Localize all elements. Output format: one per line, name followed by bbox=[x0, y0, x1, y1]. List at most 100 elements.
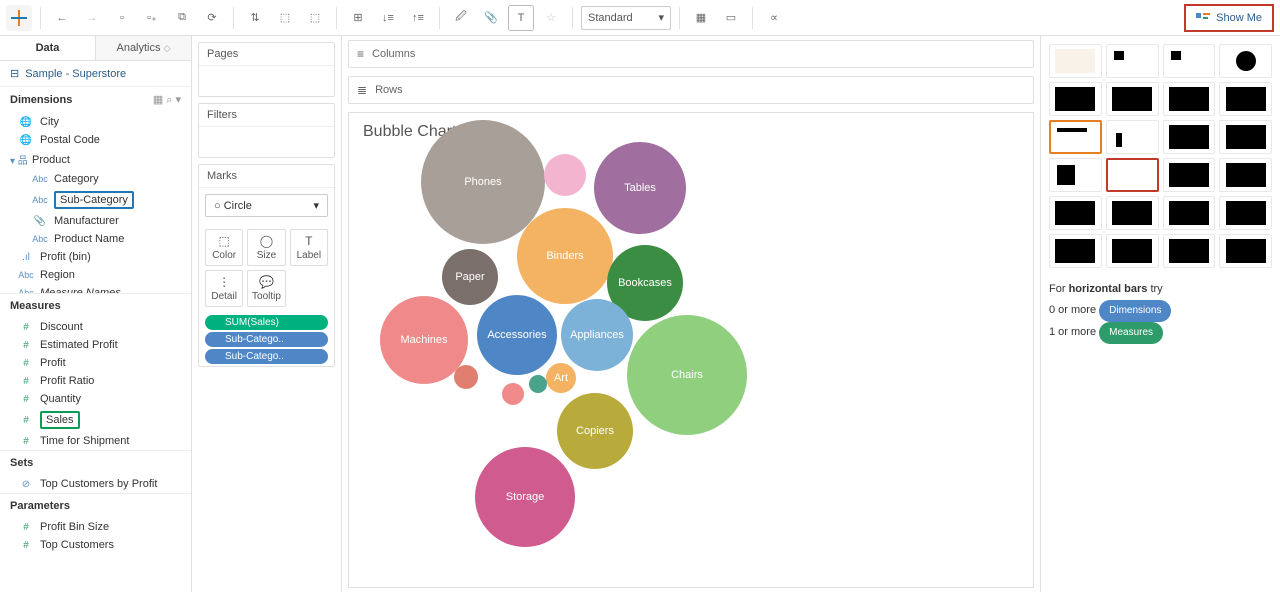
group-icon[interactable]: ⊞ bbox=[345, 5, 371, 31]
forward-icon[interactable]: → bbox=[79, 5, 105, 31]
bubble[interactable] bbox=[454, 365, 478, 389]
mark-size[interactable]: ◯Size bbox=[247, 229, 285, 266]
back-icon[interactable]: ← bbox=[49, 5, 75, 31]
dimension-field[interactable]: AbcCategory bbox=[0, 170, 191, 188]
viz-thumb-gantt[interactable] bbox=[1163, 234, 1216, 268]
viz-thumb-map1[interactable] bbox=[1049, 82, 1102, 116]
mark-pill[interactable]: Sub-Catego.. bbox=[205, 332, 328, 347]
bubble[interactable]: Storage bbox=[475, 447, 575, 547]
set-field[interactable]: ⊘Top Customers by Profit bbox=[0, 475, 191, 493]
star-icon[interactable]: ☆ bbox=[538, 5, 564, 31]
viz-thumb-map2[interactable] bbox=[1106, 82, 1159, 116]
mark-tooltip[interactable]: 💬Tooltip bbox=[247, 270, 285, 307]
mark-detail[interactable]: ⋮Detail bbox=[205, 270, 243, 307]
label-icon[interactable]: T bbox=[508, 5, 534, 31]
measures-chip: Measures bbox=[1099, 322, 1163, 344]
marks-label: Marks bbox=[199, 165, 334, 188]
dimension-field[interactable]: AbcMeasure Names bbox=[0, 284, 191, 293]
tab-data[interactable]: Data bbox=[0, 36, 95, 60]
measure-field[interactable]: #Profit Ratio bbox=[0, 372, 191, 390]
measure-field[interactable]: #Sales bbox=[0, 408, 191, 432]
data-source[interactable]: ⊟ Sample - Superstore bbox=[0, 61, 191, 86]
viz-thumb-col2[interactable] bbox=[1219, 196, 1272, 230]
bubble[interactable]: Tables bbox=[594, 142, 686, 234]
rows-shelf[interactable]: ≣ Rows bbox=[348, 76, 1034, 104]
measure-field[interactable]: #Time for Shipment bbox=[0, 432, 191, 450]
dimension-field[interactable]: .ılProfit (bin) bbox=[0, 248, 191, 266]
viz-thumb-box2[interactable] bbox=[1219, 158, 1272, 192]
sort-a-icon[interactable]: ↓≡ bbox=[375, 5, 401, 31]
measure-field[interactable]: #Profit bbox=[0, 354, 191, 372]
tab-analytics[interactable]: Analytics ◇ bbox=[95, 36, 191, 60]
viz-thumb-area2[interactable] bbox=[1106, 196, 1159, 230]
measure-field[interactable]: #Discount bbox=[0, 318, 191, 336]
main-area: Data Analytics ◇ ⊟ Sample - Superstore D… bbox=[0, 36, 1280, 592]
viz-canvas[interactable]: Bubble Chart PhonesTablesBindersPaperBoo… bbox=[348, 112, 1034, 588]
dimension-field[interactable]: 🌐Postal Code bbox=[0, 131, 191, 149]
viz-thumb-high[interactable] bbox=[1163, 44, 1216, 78]
viz-thumb-sca1[interactable] bbox=[1049, 234, 1102, 268]
bubble[interactable] bbox=[544, 154, 586, 196]
attach-icon[interactable]: 📎 bbox=[478, 5, 504, 31]
new-sheet-icon[interactable]: ▫₊ bbox=[139, 5, 165, 31]
present-icon[interactable]: ▭ bbox=[718, 5, 744, 31]
pages-label: Pages bbox=[199, 43, 334, 66]
dashboard-icon[interactable]: ▦ bbox=[688, 5, 714, 31]
viz-thumb-hbar[interactable] bbox=[1049, 120, 1102, 154]
viz-thumb-line[interactable] bbox=[1219, 120, 1272, 154]
tableau-logo-icon[interactable] bbox=[6, 5, 32, 31]
viz-thumb-tree[interactable] bbox=[1049, 158, 1102, 192]
dimension-field[interactable]: AbcProduct Name bbox=[0, 230, 191, 248]
viz-thumb-pie[interactable] bbox=[1219, 44, 1272, 78]
viz-thumb-map3[interactable] bbox=[1163, 82, 1216, 116]
dimension-field[interactable]: AbcRegion bbox=[0, 266, 191, 284]
mark-pill[interactable]: SUM(Sales) bbox=[205, 315, 328, 330]
viz-thumb-box1[interactable] bbox=[1163, 158, 1216, 192]
duplicate-icon[interactable]: ⧉ bbox=[169, 5, 195, 31]
viz-thumb-heat[interactable] bbox=[1106, 44, 1159, 78]
viz-thumb-col1[interactable] bbox=[1163, 196, 1216, 230]
parameter-field[interactable]: #Profit Bin Size bbox=[0, 518, 191, 536]
viz-thumb-sca2[interactable] bbox=[1106, 234, 1159, 268]
sort-desc-icon[interactable]: ⬚ bbox=[302, 5, 328, 31]
measure-field[interactable]: #Quantity bbox=[0, 390, 191, 408]
mark-pill[interactable]: Sub-Catego.. bbox=[205, 349, 328, 364]
bubble[interactable]: Chairs bbox=[627, 315, 747, 435]
bubble[interactable]: Appliances bbox=[561, 299, 633, 371]
columns-shelf[interactable]: ≡ Columns bbox=[348, 40, 1034, 68]
dimension-field[interactable]: ▾ 品Product bbox=[0, 149, 191, 170]
viz-thumb-sbs[interactable] bbox=[1163, 120, 1216, 154]
sort-d-icon[interactable]: ↑≡ bbox=[405, 5, 431, 31]
highlight-icon[interactable]: 🖉 bbox=[448, 5, 474, 31]
bubble[interactable]: Accessories bbox=[477, 295, 557, 375]
sort-asc-icon[interactable]: ⬚ bbox=[272, 5, 298, 31]
pages-shelf[interactable]: Pages bbox=[198, 42, 335, 97]
viz-thumb-pie2[interactable] bbox=[1219, 82, 1272, 116]
viz-thumb-vbar[interactable] bbox=[1106, 120, 1159, 154]
dimension-field[interactable]: 📎Manufacturer bbox=[0, 212, 191, 230]
bubble[interactable] bbox=[502, 383, 524, 405]
parameter-field[interactable]: #Top Customers bbox=[0, 536, 191, 554]
viz-thumb-bubgrp[interactable] bbox=[1106, 158, 1159, 192]
bubble[interactable] bbox=[529, 375, 547, 393]
mark-type-select[interactable]: ○ Circle▾ bbox=[205, 194, 328, 217]
bubble[interactable]: Paper bbox=[442, 249, 498, 305]
mark-color[interactable]: ⬚Color bbox=[205, 229, 243, 266]
swap-icon[interactable]: ⇅ bbox=[242, 5, 268, 31]
viz-thumb-box3[interactable] bbox=[1219, 234, 1272, 268]
viz-thumb-table[interactable] bbox=[1049, 44, 1102, 78]
viz-thumb-area1[interactable] bbox=[1049, 196, 1102, 230]
bubble[interactable]: Copiers bbox=[557, 393, 633, 469]
share-icon[interactable]: ∝ bbox=[761, 5, 787, 31]
filters-shelf[interactable]: Filters bbox=[198, 103, 335, 158]
dimension-field[interactable]: AbcSub-Category bbox=[0, 188, 191, 212]
show-me-button[interactable]: Show Me bbox=[1184, 4, 1274, 32]
save-icon[interactable]: ▫ bbox=[109, 5, 135, 31]
measure-field[interactable]: #Estimated Profit bbox=[0, 336, 191, 354]
bubble[interactable]: Art bbox=[546, 363, 576, 393]
refresh-icon[interactable]: ⟳ bbox=[199, 5, 225, 31]
dimension-field[interactable]: 🌐City bbox=[0, 113, 191, 131]
mark-label[interactable]: TLabel bbox=[290, 229, 328, 266]
bubble[interactable]: Binders bbox=[517, 208, 613, 304]
fit-select[interactable]: Standard▾ bbox=[581, 6, 671, 30]
